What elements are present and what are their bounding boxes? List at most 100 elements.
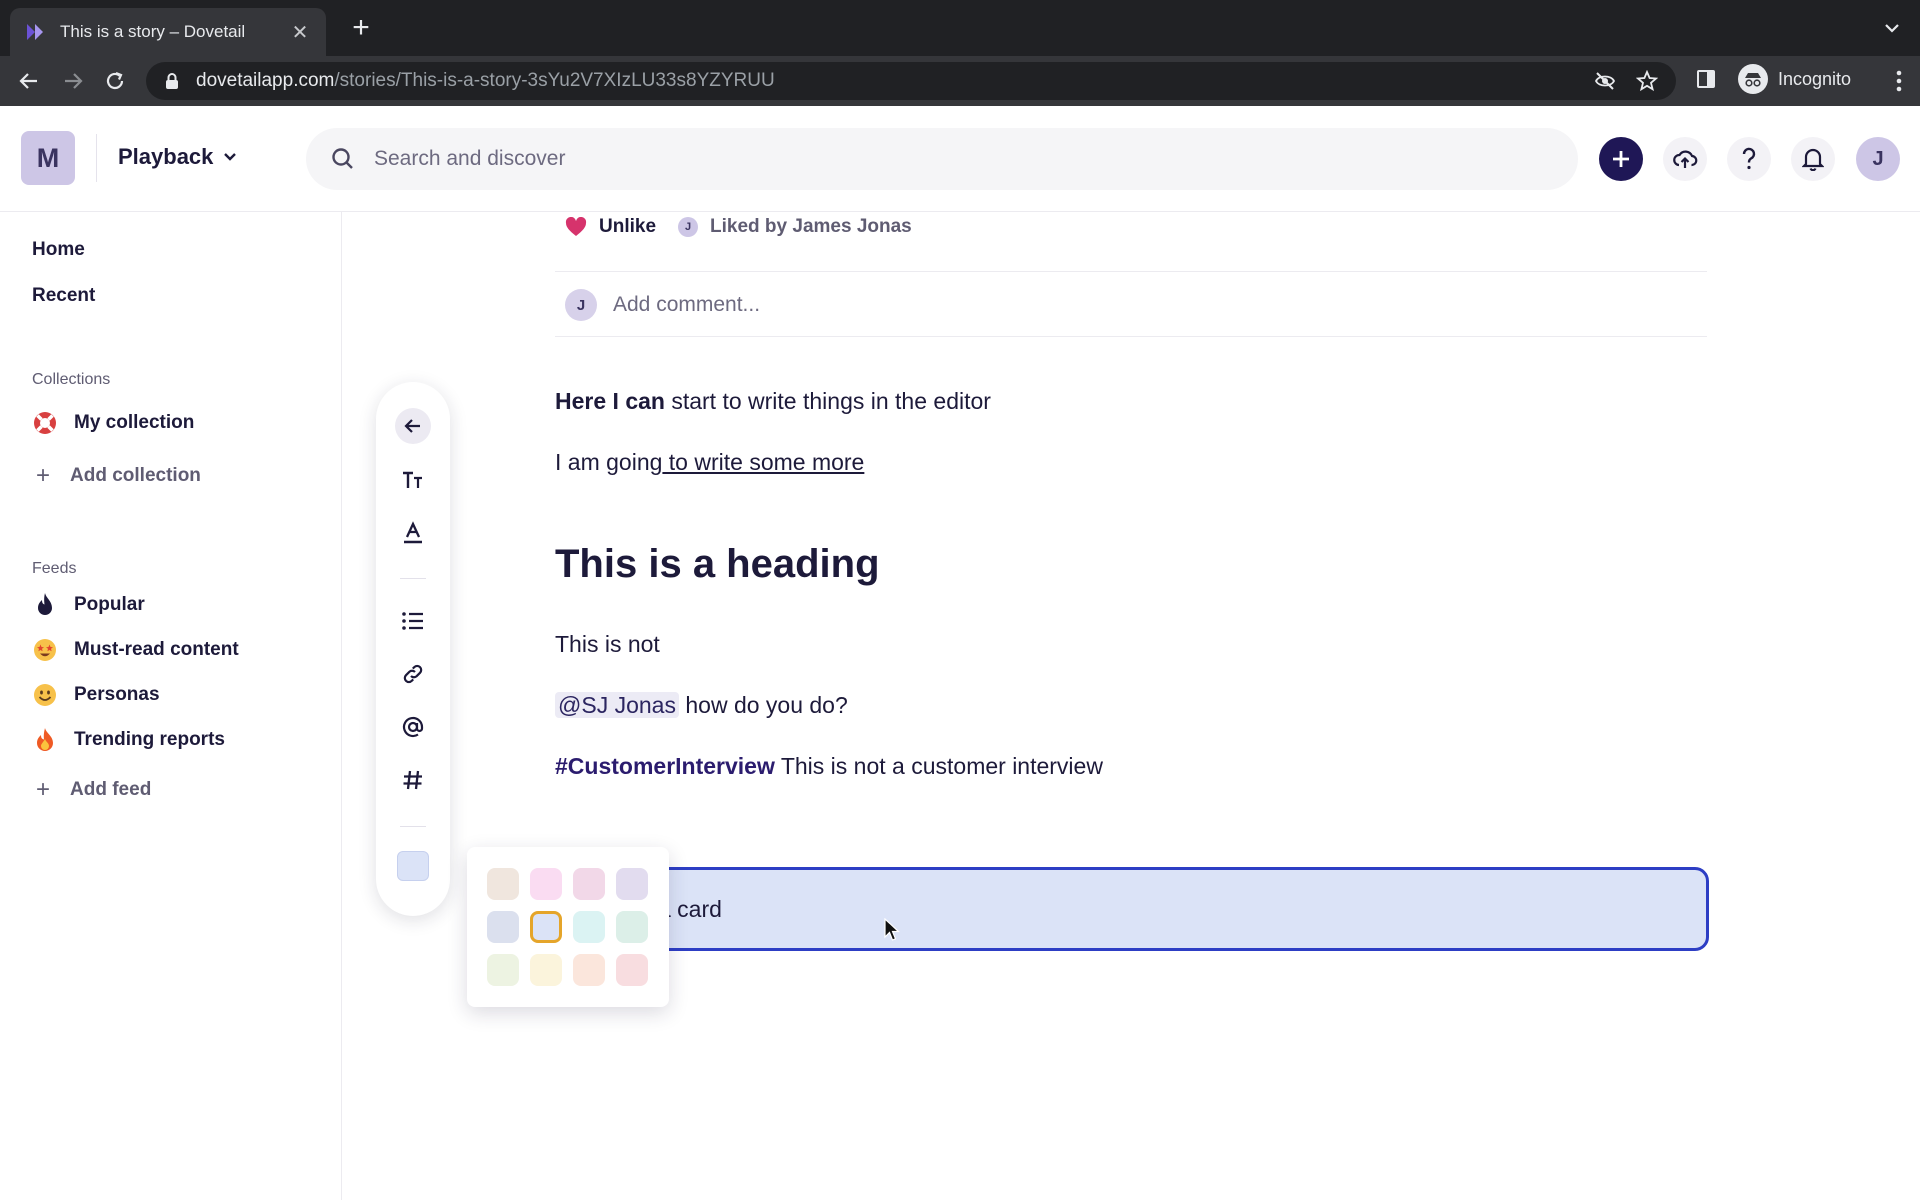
project-switcher[interactable]: Playback — [118, 144, 237, 170]
search-bar[interactable] — [306, 128, 1578, 190]
heart-icon[interactable] — [565, 217, 587, 237]
side-panel-icon[interactable] — [1696, 69, 1716, 89]
toolbar-divider — [400, 578, 426, 579]
browser-tabstrip: This is a story – Dovetail ✕ + — [0, 0, 1920, 56]
bookmark-star-icon[interactable] — [1636, 70, 1658, 92]
link-icon[interactable] — [395, 656, 431, 692]
editor-paragraph[interactable]: This is not — [555, 631, 660, 658]
sidebar: Home Recent Collections My collection + … — [0, 212, 342, 1200]
color-swatch[interactable] — [616, 868, 648, 900]
add-collection-button[interactable]: + Add collection — [36, 462, 201, 490]
add-comment-input[interactable] — [613, 293, 1613, 317]
url-path: /stories/This-is-a-story-3sYu2V7XIzLU33s… — [334, 70, 775, 91]
paragraph-text: start to write things in the editor — [664, 388, 991, 414]
liker-avatar: J — [678, 217, 699, 237]
url-host: dovetailapp.com — [196, 70, 335, 91]
paragraph-text: I am going — [555, 449, 663, 475]
sidebar-item-must-read-content[interactable]: Must-read content — [32, 637, 239, 663]
cloud-upload-icon — [1673, 150, 1698, 168]
color-palette-popover — [467, 847, 669, 1007]
editor-paragraph[interactable]: Here I can start to write things in the … — [555, 388, 991, 415]
sidebar-item-recent[interactable]: Recent — [32, 285, 95, 307]
sidebar-item-personas[interactable]: Personas — [32, 682, 160, 708]
help-button[interactable] — [1727, 137, 1771, 181]
search-icon — [332, 148, 353, 169]
card-color-swatch[interactable] — [397, 851, 429, 881]
divider — [555, 336, 1707, 337]
text-color-icon[interactable] — [395, 515, 431, 551]
text-size-icon[interactable] — [395, 462, 431, 498]
back-icon[interactable] — [14, 66, 44, 96]
editor-heading[interactable]: This is a heading — [555, 542, 880, 587]
paragraph-text: This is not a customer interview — [774, 753, 1103, 779]
tab-title: This is a story – Dovetail — [60, 22, 246, 41]
plus-icon: + — [36, 776, 51, 803]
editor-paragraph[interactable]: I am going to write some more — [555, 449, 864, 476]
workspace-avatar[interactable]: M — [21, 131, 75, 185]
chevron-down-icon — [224, 153, 237, 161]
user-mention[interactable]: @SJ Jonas — [555, 692, 679, 718]
sidebar-item-popular[interactable]: Popular — [32, 592, 145, 618]
color-swatch[interactable] — [530, 868, 562, 900]
paragraph-text: how do you do? — [678, 692, 848, 718]
reload-icon[interactable] — [100, 66, 130, 96]
incognito-icon — [1738, 64, 1768, 94]
color-swatch[interactable] — [487, 868, 519, 900]
hashtag[interactable]: #CustomerInterview — [555, 753, 775, 779]
upload-button[interactable] — [1663, 137, 1707, 181]
feed-label: Must-read content — [74, 639, 239, 660]
color-swatch[interactable] — [530, 911, 562, 943]
sidebar-item-home[interactable]: Home — [32, 239, 85, 261]
lock-icon[interactable] — [164, 72, 180, 90]
sidebar-item-my-collection[interactable]: My collection — [32, 410, 194, 436]
color-swatch[interactable] — [530, 954, 562, 986]
liked-by-text[interactable]: Liked by James Jonas — [710, 216, 912, 238]
card-block[interactable]: a card — [555, 867, 1709, 951]
star-struck-emoji-icon — [32, 637, 58, 663]
bold-text: Here I can — [555, 388, 665, 414]
forward-icon[interactable] — [58, 66, 88, 96]
mouse-cursor-icon — [884, 918, 900, 941]
incognito-profile[interactable]: Incognito — [1738, 64, 1851, 94]
editor-paragraph[interactable]: #CustomerInterview This is not a custome… — [555, 753, 1103, 780]
add-feed-button[interactable]: + Add feed — [36, 776, 151, 804]
color-swatch[interactable] — [573, 911, 605, 943]
incognito-label: Incognito — [1778, 68, 1852, 89]
back-arrow-icon[interactable] — [395, 408, 431, 444]
plus-icon: + — [36, 462, 51, 489]
browser-menu-icon[interactable] — [1896, 70, 1902, 92]
notifications-button[interactable] — [1791, 137, 1835, 181]
bullet-list-icon[interactable] — [395, 603, 431, 639]
unlike-button[interactable]: Unlike — [599, 216, 656, 238]
color-swatch[interactable] — [487, 911, 519, 943]
color-swatch[interactable] — [573, 954, 605, 986]
sidebar-item-trending-reports[interactable]: Trending reports — [32, 727, 225, 753]
mention-icon[interactable] — [395, 709, 431, 745]
new-tab-icon[interactable]: + — [346, 13, 376, 44]
browser-toolbar: dovetailapp.com/stories/This-is-a-story-… — [0, 56, 1920, 106]
user-avatar[interactable]: J — [1856, 137, 1900, 181]
lifebuoy-icon — [32, 410, 58, 436]
editor-paragraph[interactable]: @SJ Jonas how do you do? — [555, 692, 848, 719]
hashtag-icon[interactable] — [395, 762, 431, 798]
color-swatch[interactable] — [487, 954, 519, 986]
tab-search-chevron-icon[interactable] — [1882, 18, 1902, 38]
color-swatch[interactable] — [616, 911, 648, 943]
color-swatch[interactable] — [573, 868, 605, 900]
search-input[interactable] — [374, 147, 1274, 171]
underlined-text: to write some more — [662, 449, 865, 475]
project-name: Playback — [118, 144, 214, 169]
color-swatch[interactable] — [616, 954, 648, 986]
eye-off-icon[interactable] — [1594, 70, 1616, 92]
collection-label: My collection — [74, 412, 195, 433]
feed-label: Trending reports — [74, 729, 225, 750]
feeds-heading: Feeds — [32, 560, 77, 577]
address-bar[interactable]: dovetailapp.com/stories/This-is-a-story-… — [146, 62, 1676, 100]
header-divider — [96, 134, 97, 182]
divider — [555, 271, 1707, 272]
create-button[interactable] — [1599, 137, 1643, 181]
comment-row: J — [565, 289, 1613, 321]
question-mark-icon — [1742, 147, 1756, 170]
tab-close-icon[interactable]: ✕ — [288, 20, 312, 45]
browser-tab-active[interactable]: This is a story – Dovetail ✕ — [10, 8, 326, 56]
